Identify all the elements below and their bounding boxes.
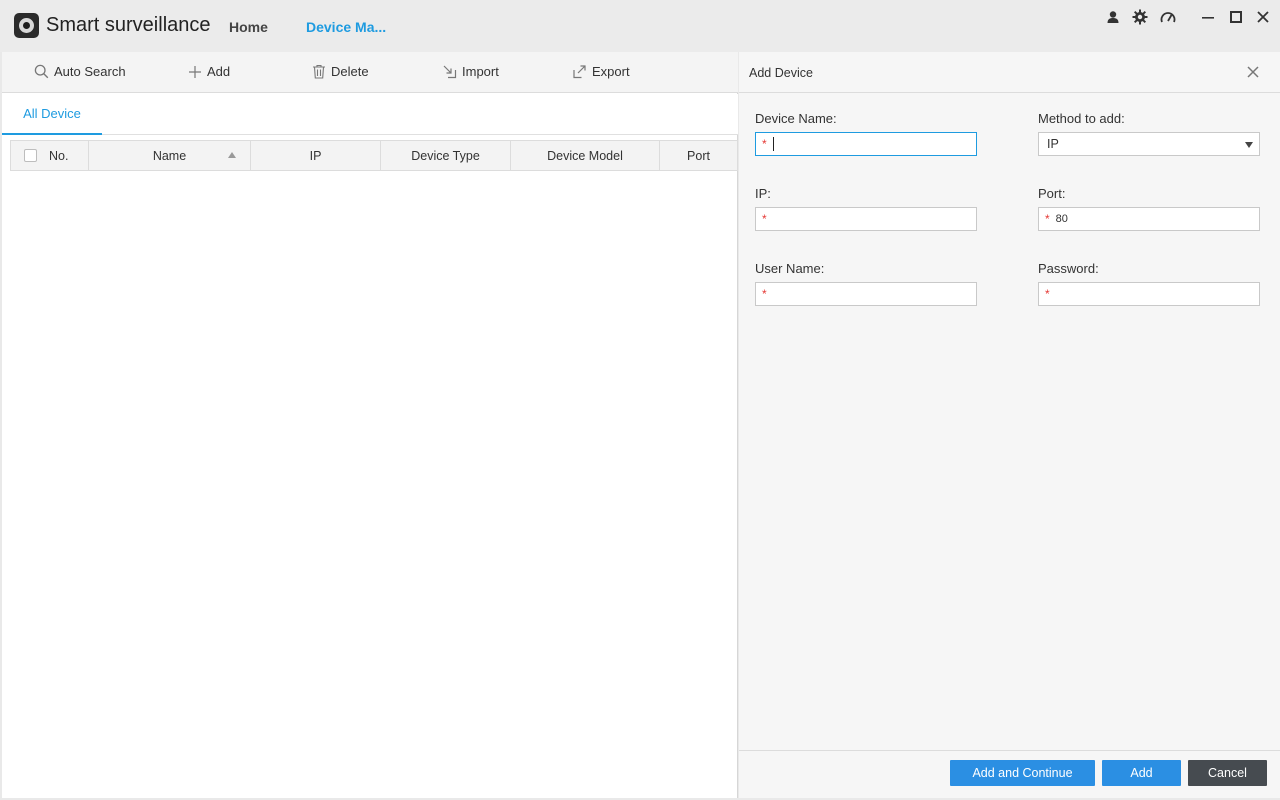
add-device-footer: Add and Continue Add Cancel xyxy=(739,750,1280,798)
required-mark: * xyxy=(1045,212,1050,226)
required-mark: * xyxy=(1045,287,1050,301)
search-icon xyxy=(34,64,49,79)
export-button[interactable]: Export xyxy=(572,64,630,79)
device-name-input[interactable]: * xyxy=(755,132,977,156)
port-value: 80 xyxy=(1055,213,1068,225)
add-device-button[interactable]: Add xyxy=(188,64,230,79)
auto-search-button[interactable]: Auto Search xyxy=(34,64,126,79)
sort-ascending-icon xyxy=(228,152,236,158)
required-mark: * xyxy=(762,137,767,151)
column-header-device-type[interactable]: Device Type xyxy=(381,141,511,170)
close-window-icon[interactable] xyxy=(1254,8,1272,26)
import-icon xyxy=(443,65,457,79)
subtab-bar: All Device xyxy=(2,94,738,135)
port-label: Port: xyxy=(1038,186,1066,201)
required-mark: * xyxy=(762,212,767,226)
column-header-name-label: Name xyxy=(152,148,187,163)
app-logo-icon xyxy=(14,13,39,38)
user-name-input[interactable]: * xyxy=(755,282,977,306)
column-header-port[interactable]: Port xyxy=(660,141,737,170)
minimize-icon[interactable] xyxy=(1199,8,1217,26)
performance-gauge-icon[interactable] xyxy=(1159,8,1177,26)
chevron-down-icon xyxy=(1245,142,1253,148)
trash-icon xyxy=(313,64,325,79)
column-header-device-model[interactable]: Device Model xyxy=(511,141,660,170)
column-header-ip[interactable]: IP xyxy=(251,141,381,170)
export-icon xyxy=(573,65,586,79)
add-label: Add xyxy=(207,64,231,79)
select-all-cell xyxy=(11,141,49,170)
device-table-header: No. Name IP Device Type Device Model Por… xyxy=(10,140,738,171)
tab-all-device[interactable]: All Device xyxy=(2,94,102,135)
auto-search-label: Auto Search xyxy=(54,64,126,79)
maximize-icon[interactable] xyxy=(1227,8,1245,26)
text-caret xyxy=(772,137,774,151)
plus-icon xyxy=(189,65,201,78)
user-name-label: User Name: xyxy=(755,261,825,276)
device-list-panel: Auto Search Add Delete Import Export All… xyxy=(2,52,738,798)
ip-label: IP: xyxy=(755,186,771,201)
ip-input[interactable]: * xyxy=(755,207,977,231)
add-and-continue-button[interactable]: Add and Continue xyxy=(950,760,1095,786)
cancel-button[interactable]: Cancel xyxy=(1188,760,1267,786)
close-icon[interactable] xyxy=(1246,65,1260,79)
password-input[interactable]: * xyxy=(1038,282,1260,306)
required-mark: * xyxy=(762,287,767,301)
method-to-add-value: IP xyxy=(1047,137,1059,151)
method-to-add-label: Method to add: xyxy=(1038,111,1125,126)
user-icon[interactable] xyxy=(1104,8,1122,26)
delete-label: Delete xyxy=(331,64,369,79)
add-device-header: Add Device xyxy=(739,52,1280,93)
column-header-no[interactable]: No. xyxy=(49,141,89,170)
import-label: Import xyxy=(462,64,499,79)
port-input[interactable]: * 80 xyxy=(1038,207,1260,231)
method-to-add-select[interactable]: IP xyxy=(1038,132,1260,156)
password-label: Password: xyxy=(1038,261,1099,276)
app-title: Smart surveillance xyxy=(46,14,211,36)
device-name-label: Device Name: xyxy=(755,111,837,126)
import-button[interactable]: Import xyxy=(442,64,499,79)
select-all-checkbox[interactable] xyxy=(23,149,37,162)
add-device-panel: Add Device Device Name: * Method to add:… xyxy=(739,52,1280,798)
add-button[interactable]: Add xyxy=(1102,760,1181,786)
nav-tab-device-manager[interactable]: Device Ma... xyxy=(306,19,386,35)
toolbar: Auto Search Add Delete Import Export xyxy=(2,52,738,93)
column-header-name[interactable]: Name xyxy=(89,141,251,170)
gear-icon[interactable] xyxy=(1131,8,1149,26)
add-device-title: Add Device xyxy=(749,66,813,80)
export-label: Export xyxy=(592,64,630,79)
nav-tab-home[interactable]: Home xyxy=(229,19,268,35)
title-bar: Smart surveillance Home Device Ma... xyxy=(0,0,1280,52)
delete-button[interactable]: Delete xyxy=(312,64,369,79)
